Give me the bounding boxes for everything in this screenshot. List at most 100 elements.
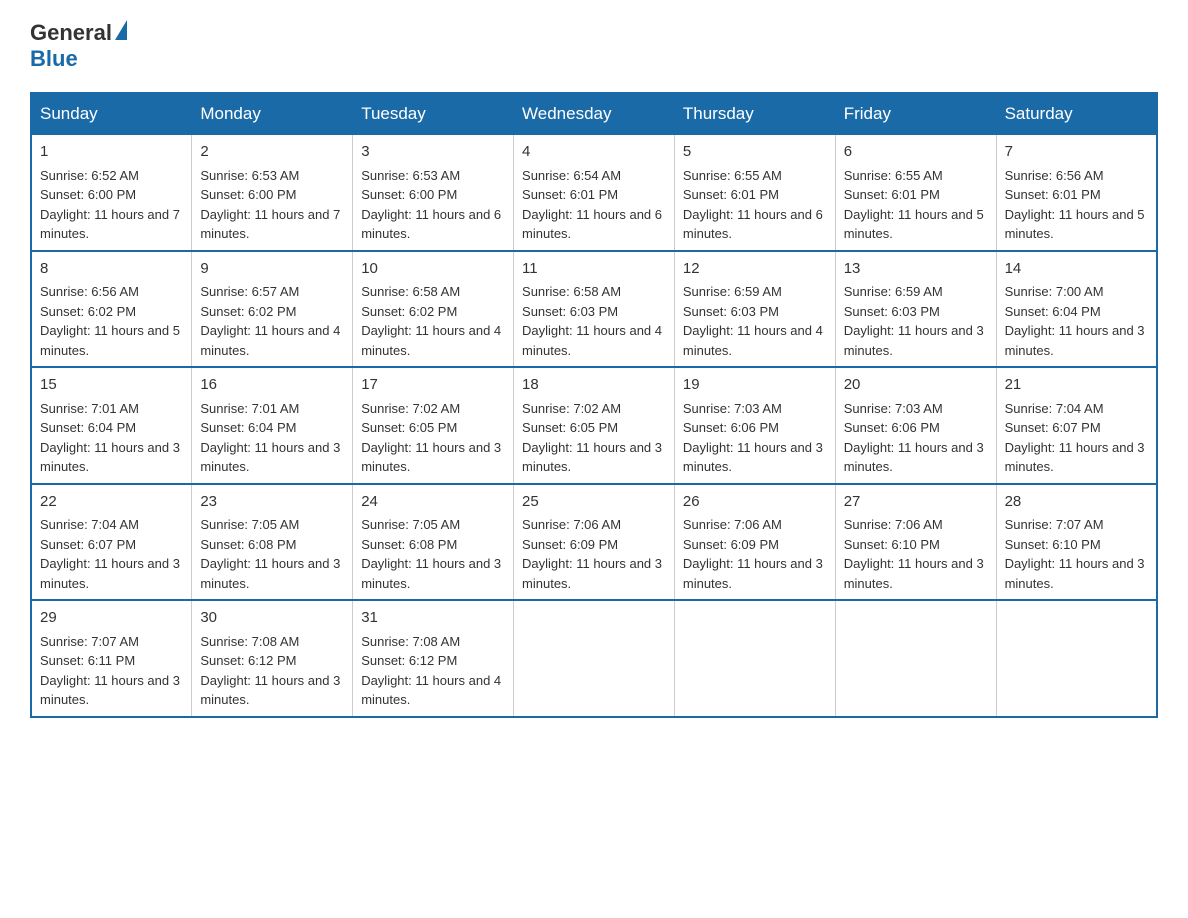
calendar-day-cell: 15 Sunrise: 7:01 AM Sunset: 6:04 PM Dayl… — [31, 367, 192, 484]
calendar-day-cell: 14 Sunrise: 7:00 AM Sunset: 6:04 PM Dayl… — [996, 251, 1157, 368]
day-daylight: Daylight: 11 hours and 3 minutes. — [40, 556, 180, 591]
day-daylight: Daylight: 11 hours and 6 minutes. — [683, 207, 823, 242]
calendar-day-cell: 13 Sunrise: 6:59 AM Sunset: 6:03 PM Dayl… — [835, 251, 996, 368]
day-number: 1 — [40, 141, 183, 164]
logo-line1: General — [30, 20, 127, 46]
day-sunset: Sunset: 6:09 PM — [522, 537, 618, 552]
day-daylight: Daylight: 11 hours and 4 minutes. — [361, 323, 501, 358]
day-sunset: Sunset: 6:04 PM — [1005, 304, 1101, 319]
day-daylight: Daylight: 11 hours and 5 minutes. — [1005, 207, 1145, 242]
day-sunset: Sunset: 6:00 PM — [361, 187, 457, 202]
day-sunset: Sunset: 6:04 PM — [40, 420, 136, 435]
day-sunset: Sunset: 6:02 PM — [40, 304, 136, 319]
calendar-day-cell: 18 Sunrise: 7:02 AM Sunset: 6:05 PM Dayl… — [514, 367, 675, 484]
day-sunrise: Sunrise: 7:03 AM — [844, 401, 943, 416]
calendar-week-row: 29 Sunrise: 7:07 AM Sunset: 6:11 PM Dayl… — [31, 600, 1157, 717]
day-sunrise: Sunrise: 7:07 AM — [40, 634, 139, 649]
day-number: 5 — [683, 141, 827, 164]
day-daylight: Daylight: 11 hours and 3 minutes. — [522, 440, 662, 475]
calendar-day-cell: 12 Sunrise: 6:59 AM Sunset: 6:03 PM Dayl… — [674, 251, 835, 368]
calendar-day-cell: 10 Sunrise: 6:58 AM Sunset: 6:02 PM Dayl… — [353, 251, 514, 368]
day-sunrise: Sunrise: 6:58 AM — [522, 284, 621, 299]
logo-general-text: General — [30, 20, 112, 46]
day-daylight: Daylight: 11 hours and 3 minutes. — [1005, 556, 1145, 591]
day-daylight: Daylight: 11 hours and 3 minutes. — [522, 556, 662, 591]
day-of-week-header-wednesday: Wednesday — [514, 93, 675, 135]
calendar-day-cell: 21 Sunrise: 7:04 AM Sunset: 6:07 PM Dayl… — [996, 367, 1157, 484]
day-number: 4 — [522, 141, 666, 164]
day-daylight: Daylight: 11 hours and 7 minutes. — [40, 207, 180, 242]
day-sunset: Sunset: 6:12 PM — [361, 653, 457, 668]
day-of-week-header-saturday: Saturday — [996, 93, 1157, 135]
day-number: 14 — [1005, 258, 1148, 281]
day-daylight: Daylight: 11 hours and 4 minutes. — [200, 323, 340, 358]
day-sunrise: Sunrise: 7:06 AM — [844, 517, 943, 532]
day-sunset: Sunset: 6:00 PM — [40, 187, 136, 202]
calendar-day-cell — [996, 600, 1157, 717]
calendar-week-row: 8 Sunrise: 6:56 AM Sunset: 6:02 PM Dayli… — [31, 251, 1157, 368]
day-sunset: Sunset: 6:03 PM — [683, 304, 779, 319]
day-sunrise: Sunrise: 7:01 AM — [40, 401, 139, 416]
calendar-day-cell: 6 Sunrise: 6:55 AM Sunset: 6:01 PM Dayli… — [835, 135, 996, 251]
logo-line2: Blue — [30, 46, 78, 72]
day-sunset: Sunset: 6:05 PM — [361, 420, 457, 435]
logo-arrow-icon — [115, 20, 127, 40]
day-sunrise: Sunrise: 6:56 AM — [1005, 168, 1104, 183]
day-sunset: Sunset: 6:08 PM — [200, 537, 296, 552]
calendar-day-cell: 16 Sunrise: 7:01 AM Sunset: 6:04 PM Dayl… — [192, 367, 353, 484]
day-sunset: Sunset: 6:12 PM — [200, 653, 296, 668]
calendar-day-cell — [514, 600, 675, 717]
calendar-day-cell: 11 Sunrise: 6:58 AM Sunset: 6:03 PM Dayl… — [514, 251, 675, 368]
day-sunset: Sunset: 6:06 PM — [844, 420, 940, 435]
day-daylight: Daylight: 11 hours and 4 minutes. — [683, 323, 823, 358]
day-sunrise: Sunrise: 7:01 AM — [200, 401, 299, 416]
calendar-day-cell: 29 Sunrise: 7:07 AM Sunset: 6:11 PM Dayl… — [31, 600, 192, 717]
calendar-day-cell: 28 Sunrise: 7:07 AM Sunset: 6:10 PM Dayl… — [996, 484, 1157, 601]
calendar-day-cell: 31 Sunrise: 7:08 AM Sunset: 6:12 PM Dayl… — [353, 600, 514, 717]
day-sunset: Sunset: 6:03 PM — [522, 304, 618, 319]
day-sunset: Sunset: 6:02 PM — [200, 304, 296, 319]
day-sunset: Sunset: 6:09 PM — [683, 537, 779, 552]
day-sunrise: Sunrise: 7:08 AM — [361, 634, 460, 649]
calendar-day-cell: 8 Sunrise: 6:56 AM Sunset: 6:02 PM Dayli… — [31, 251, 192, 368]
day-of-week-header-thursday: Thursday — [674, 93, 835, 135]
calendar-week-row: 22 Sunrise: 7:04 AM Sunset: 6:07 PM Dayl… — [31, 484, 1157, 601]
day-of-week-header-friday: Friday — [835, 93, 996, 135]
day-daylight: Daylight: 11 hours and 3 minutes. — [844, 323, 984, 358]
day-sunrise: Sunrise: 6:58 AM — [361, 284, 460, 299]
day-daylight: Daylight: 11 hours and 3 minutes. — [361, 556, 501, 591]
day-number: 22 — [40, 491, 183, 514]
day-sunset: Sunset: 6:04 PM — [200, 420, 296, 435]
logo-blue-text: Blue — [30, 46, 78, 71]
day-number: 27 — [844, 491, 988, 514]
day-of-week-header-tuesday: Tuesday — [353, 93, 514, 135]
page-header: General Blue — [30, 20, 1158, 72]
day-sunrise: Sunrise: 6:55 AM — [683, 168, 782, 183]
day-sunrise: Sunrise: 6:57 AM — [200, 284, 299, 299]
calendar-table: SundayMondayTuesdayWednesdayThursdayFrid… — [30, 92, 1158, 718]
day-sunrise: Sunrise: 7:07 AM — [1005, 517, 1104, 532]
calendar-day-cell: 9 Sunrise: 6:57 AM Sunset: 6:02 PM Dayli… — [192, 251, 353, 368]
day-daylight: Daylight: 11 hours and 3 minutes. — [1005, 440, 1145, 475]
day-number: 21 — [1005, 374, 1148, 397]
day-daylight: Daylight: 11 hours and 3 minutes. — [683, 440, 823, 475]
day-daylight: Daylight: 11 hours and 3 minutes. — [361, 440, 501, 475]
calendar-day-cell: 7 Sunrise: 6:56 AM Sunset: 6:01 PM Dayli… — [996, 135, 1157, 251]
day-daylight: Daylight: 11 hours and 5 minutes. — [40, 323, 180, 358]
day-sunset: Sunset: 6:06 PM — [683, 420, 779, 435]
day-sunrise: Sunrise: 7:00 AM — [1005, 284, 1104, 299]
day-number: 28 — [1005, 491, 1148, 514]
day-daylight: Daylight: 11 hours and 3 minutes. — [40, 673, 180, 708]
calendar-day-cell: 22 Sunrise: 7:04 AM Sunset: 6:07 PM Dayl… — [31, 484, 192, 601]
day-number: 17 — [361, 374, 505, 397]
calendar-day-cell: 3 Sunrise: 6:53 AM Sunset: 6:00 PM Dayli… — [353, 135, 514, 251]
calendar-day-cell: 23 Sunrise: 7:05 AM Sunset: 6:08 PM Dayl… — [192, 484, 353, 601]
day-number: 18 — [522, 374, 666, 397]
calendar-day-cell — [674, 600, 835, 717]
calendar-day-cell: 20 Sunrise: 7:03 AM Sunset: 6:06 PM Dayl… — [835, 367, 996, 484]
day-number: 26 — [683, 491, 827, 514]
day-sunset: Sunset: 6:05 PM — [522, 420, 618, 435]
day-sunset: Sunset: 6:01 PM — [522, 187, 618, 202]
day-sunrise: Sunrise: 6:59 AM — [844, 284, 943, 299]
day-daylight: Daylight: 11 hours and 3 minutes. — [683, 556, 823, 591]
